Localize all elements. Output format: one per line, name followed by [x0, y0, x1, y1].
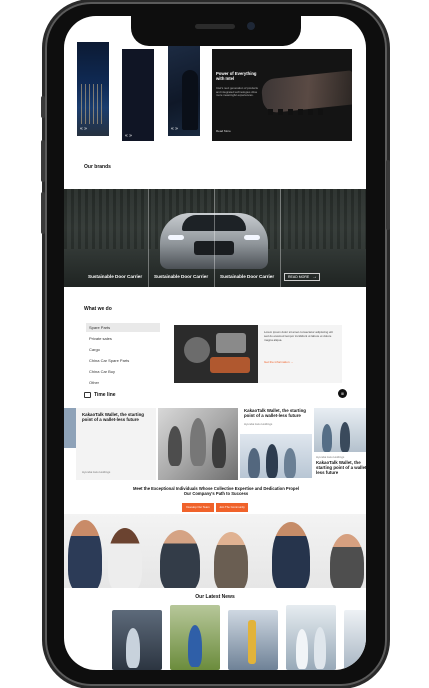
service-item-china-car-buy[interactable]: China Car Buy [86, 367, 160, 376]
phone-power-button [386, 160, 390, 230]
news-card[interactable] [228, 610, 278, 670]
team-member [214, 532, 248, 588]
divider [148, 189, 149, 287]
car-headlight-left [168, 235, 184, 240]
join-community-button[interactable]: Join The Community [216, 503, 248, 512]
timeline-photo-meeting [240, 434, 312, 478]
read-more-label: READ MORE [288, 275, 310, 279]
part-shape [184, 337, 210, 363]
slide-arrows[interactable]: « » [125, 133, 132, 139]
service-item-private-sales[interactable]: Private sales [86, 334, 160, 343]
person-figure [266, 444, 278, 478]
timeline-card[interactable]: KakaoTalk Wallet, the starting point of … [76, 408, 156, 480]
slide-city[interactable]: « » [77, 42, 109, 136]
phone-volume-down [41, 192, 45, 234]
team-member [272, 522, 310, 588]
person-figure [188, 625, 202, 667]
person-figure [284, 448, 296, 478]
person-figure [190, 418, 206, 466]
timeline-card-meta: Hyundai Auto Holdings [244, 422, 273, 426]
team-photo [64, 514, 366, 588]
service-description: Lorem ipsum dolor sit amet consectetur a… [264, 330, 333, 342]
service-item-cargo[interactable]: Cargo [86, 345, 160, 354]
team-heading: Meet the Exceptional Individuals Whose C… [133, 486, 299, 497]
service-description-panel: Lorem ipsum dolor sit amet consectetur a… [258, 325, 342, 383]
service-item-spare-parts[interactable]: Spare Parts [86, 323, 160, 332]
timeline-card-meta: Hyundai Auto Holdings [316, 455, 345, 459]
service-item-other[interactable]: Other [86, 378, 160, 387]
front-camera [247, 22, 255, 30]
person-figure [314, 627, 326, 669]
team-member [160, 530, 200, 588]
timeline-photo-group [314, 408, 366, 452]
timeline-photo-office [158, 408, 238, 480]
guitar-tuners [268, 109, 328, 115]
feature-link[interactable]: Read More [216, 129, 231, 133]
slide-person[interactable]: « » [168, 42, 200, 136]
car-headlight-right [244, 235, 260, 240]
person-figure [248, 448, 260, 478]
news-heading: Our Latest News [195, 594, 235, 600]
slide-arrows[interactable]: « » [80, 126, 87, 132]
person-figure [168, 426, 182, 466]
phone-side-button [41, 96, 45, 118]
timeline-card-meta: Hyundai Auto Holdings [82, 470, 111, 474]
timeline-image [64, 408, 76, 448]
what-we-do-heading: What we do [84, 306, 112, 312]
timeline-card-title: KakaoTalk Wallet, the starting point of … [244, 408, 306, 419]
team-member [330, 534, 364, 588]
news-card[interactable] [286, 605, 336, 670]
timeline-icon [84, 392, 91, 398]
develop-team-button[interactable]: Develop Our Team [182, 503, 214, 512]
timeline-card[interactable]: Hyundai Auto Holdings KakaoTalk Wallet, … [314, 454, 366, 480]
brands-heading: Our brands [84, 164, 111, 170]
parts-image [174, 325, 258, 383]
divider [280, 189, 281, 287]
phone-screen: « » « » « » Power of Everything with Int… [64, 16, 366, 670]
robot-arm [248, 620, 256, 664]
brands-banner[interactable]: Sustainable Door Carrier Sustainable Doo… [64, 189, 366, 287]
feature-slide[interactable]: Power of Everything with Intel Intel's n… [212, 49, 352, 141]
person-figure [212, 428, 226, 468]
news-card[interactable] [112, 610, 162, 670]
divider [214, 189, 215, 287]
service-link[interactable]: Get the information → [264, 360, 293, 364]
part-shape [210, 357, 250, 373]
part-shape [216, 333, 246, 353]
feature-body: Intel's next generation of products and … [216, 86, 258, 98]
timeline-card[interactable]: KakaoTalk Wallet, the starting point of … [240, 408, 312, 432]
person-figure [340, 422, 350, 452]
pause-button[interactable]: II [338, 389, 347, 398]
service-item-china-car-spare-parts[interactable]: China Car Spare Parts [86, 356, 160, 365]
brand-caption: Sustainable Door Carrier [154, 274, 209, 279]
timeline-card-title: KakaoTalk Wallet, the starting point of … [82, 412, 144, 423]
slide-arrows[interactable]: « » [171, 126, 178, 132]
city-lights [81, 84, 105, 124]
speaker-grille [195, 24, 235, 29]
phone-volume-up [41, 140, 45, 182]
brand-caption: Sustainable Door Carrier [88, 274, 143, 279]
person-figure [322, 424, 332, 452]
brands-read-more-button[interactable]: READ MORE → [284, 273, 320, 281]
slide-dark[interactable]: « » [122, 49, 154, 141]
feature-title: Power of Everything with Intel [216, 71, 257, 81]
news-card[interactable] [344, 610, 366, 670]
guitar-image [260, 70, 352, 114]
person-silhouette [182, 70, 198, 130]
phone-notch [131, 16, 301, 46]
person-figure [296, 629, 308, 669]
news-card[interactable] [170, 605, 220, 670]
person-figure [126, 628, 140, 668]
brand-caption: Sustainable Door Carrier [220, 274, 275, 279]
arrow-right-icon: → [312, 274, 317, 280]
team-member [108, 528, 142, 588]
timeline-heading: Time line [94, 392, 116, 398]
timeline-card-title: KakaoTalk Wallet, the starting point of … [316, 460, 366, 476]
team-member [68, 520, 102, 588]
